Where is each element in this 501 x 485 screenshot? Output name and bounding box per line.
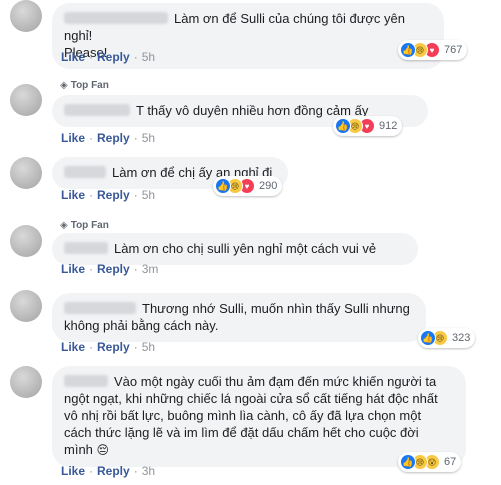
separator-dot: · — [89, 188, 94, 202]
like-icon: 👍 — [420, 330, 436, 346]
avatar[interactable] — [10, 225, 42, 257]
reaction-count: 323 — [452, 332, 471, 344]
commenter-name-redacted[interactable] — [64, 375, 108, 387]
comment-bubble: Thương nhớ Sulli, muốn nhìn thấy Sulli n… — [52, 293, 426, 342]
commenter-name-redacted[interactable] — [64, 104, 130, 116]
like-icon: 👍 — [400, 42, 416, 58]
diamond-icon: ◈ — [60, 220, 68, 231]
separator-dot: · — [133, 188, 138, 202]
reaction-summary[interactable]: 👍 😢 323 — [418, 328, 476, 348]
comment-text-line: mình — [64, 442, 93, 457]
like-link[interactable]: Like — [61, 131, 85, 145]
commenter-name-redacted[interactable] — [64, 12, 168, 24]
reaction-summary[interactable]: 👍 😢 😮 67 — [398, 452, 462, 472]
reaction-count: 767 — [444, 44, 463, 56]
like-icon: 👍 — [400, 454, 416, 470]
separator-dot: · — [89, 131, 94, 145]
separator-dot: · — [133, 262, 138, 276]
comment-text-line: cách thức lặng lẽ và im lìm để đặt dấu c… — [64, 425, 419, 440]
comment-time[interactable]: 5h — [142, 188, 155, 202]
comment-text-line: vô nhị rồi bất lực, buông mình lìa cành,… — [64, 408, 422, 423]
avatar[interactable] — [10, 84, 42, 116]
top-fan-badge: ◈ Top Fan — [60, 220, 109, 231]
like-icon: 👍 — [335, 118, 351, 134]
reaction-count: 290 — [259, 180, 278, 192]
pensive-emoji: 😔 — [96, 443, 110, 457]
like-link[interactable]: Like — [61, 50, 85, 64]
reaction-count: 912 — [379, 120, 398, 132]
reply-link[interactable]: Reply — [97, 464, 130, 478]
reaction-count: 67 — [444, 456, 457, 468]
comment-time[interactable]: 5h — [142, 340, 155, 354]
separator-dot: · — [89, 262, 94, 276]
avatar[interactable] — [10, 0, 42, 32]
comment-text-line: ngột ngạt, khi những chiếc lá ngoài cửa … — [64, 391, 438, 406]
reply-link[interactable]: Reply — [97, 50, 130, 64]
comment-actions: Like · Reply · 3m — [61, 262, 158, 276]
comment-actions: Like · Reply · 5h — [61, 50, 155, 64]
separator-dot: · — [133, 50, 138, 64]
separator-dot: · — [89, 340, 94, 354]
separator-dot: · — [133, 464, 138, 478]
like-link[interactable]: Like — [61, 340, 85, 354]
reaction-summary[interactable]: 👍 😢 ♥ 912 — [333, 116, 403, 136]
comment-actions: Like · Reply · 5h — [61, 131, 155, 145]
comment-time[interactable]: 5h — [142, 131, 155, 145]
avatar[interactable] — [10, 290, 42, 322]
avatar[interactable] — [10, 366, 42, 398]
comment-text-line: Làm ơn cho chị sulli yên nghỉ một cách v… — [114, 241, 377, 256]
commenter-name-redacted[interactable] — [64, 242, 108, 254]
like-link[interactable]: Like — [61, 464, 85, 478]
separator-dot: · — [133, 131, 138, 145]
comment-time[interactable]: 3m — [142, 262, 159, 276]
comment-actions: Like · Reply · 5h — [61, 188, 155, 202]
top-fan-badge: ◈ Top Fan — [60, 80, 109, 91]
reply-link[interactable]: Reply — [97, 262, 130, 276]
like-link[interactable]: Like — [61, 262, 85, 276]
separator-dot: · — [89, 50, 94, 64]
comment-text-line: T thấy vô duyên nhiều hơn đồng cảm ấy — [136, 103, 369, 118]
comment-text-line: không phải bằng cách này. — [64, 318, 219, 333]
reply-link[interactable]: Reply — [97, 131, 130, 145]
reaction-summary[interactable]: 👍 😢 ♥ 290 — [213, 176, 283, 196]
commenter-name-redacted[interactable] — [64, 302, 136, 314]
comment-time[interactable]: 5h — [142, 50, 155, 64]
reply-link[interactable]: Reply — [97, 188, 130, 202]
comment-actions: Like · Reply · 3h — [61, 464, 155, 478]
avatar[interactable] — [10, 157, 42, 189]
like-icon: 👍 — [215, 178, 231, 194]
reply-link[interactable]: Reply — [97, 340, 130, 354]
commenter-name-redacted[interactable] — [64, 166, 106, 178]
diamond-icon: ◈ — [60, 80, 68, 91]
comment-text-line: Vào một ngày cuối thu ảm đạm đến mức khi… — [114, 374, 437, 389]
comment-time[interactable]: 3h — [142, 464, 155, 478]
comment-text-line: Thương nhớ Sulli, muốn nhìn thấy Sulli n… — [142, 301, 410, 316]
like-link[interactable]: Like — [61, 188, 85, 202]
top-fan-label: Top Fan — [70, 80, 109, 91]
comment-bubble: Làm ơn cho chị sulli yên nghỉ một cách v… — [52, 233, 418, 265]
top-fan-label: Top Fan — [70, 220, 109, 231]
comment-actions: Like · Reply · 5h — [61, 340, 155, 354]
reaction-summary[interactable]: 👍 😢 ♥ 767 — [398, 40, 468, 60]
separator-dot: · — [133, 340, 138, 354]
separator-dot: · — [89, 464, 94, 478]
